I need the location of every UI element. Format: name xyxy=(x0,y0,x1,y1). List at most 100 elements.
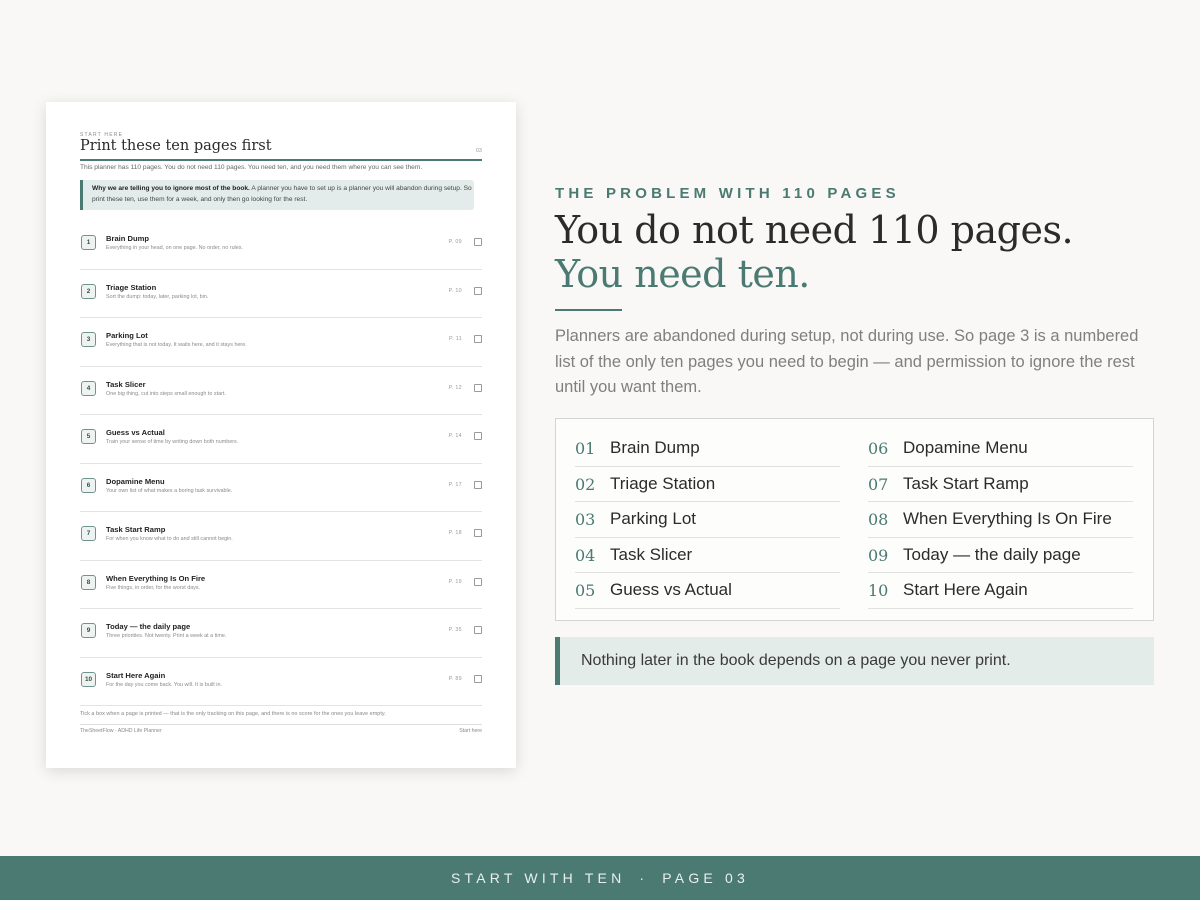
item-page-ref: P. 18 xyxy=(448,530,462,536)
item-page-ref: P. 12 xyxy=(448,384,462,391)
item-checkbox[interactable] xyxy=(474,674,482,683)
item-description: Sort the dump: today, later, parking lot… xyxy=(106,293,209,300)
toc-label: Task Start Ramp xyxy=(903,473,1029,493)
item-name: When Everything Is On Fire xyxy=(106,573,206,583)
item-name: Triage Station xyxy=(106,282,157,292)
list-item: 06 Dopamine Menu xyxy=(868,431,1133,467)
item-checkbox[interactable] xyxy=(474,238,482,246)
item-name: Start Here Again xyxy=(106,670,166,680)
item-page-ref: P. 17 xyxy=(448,481,462,488)
ten-pages-list: 01 Brain Dump 02 Triage Station 03 Parki… xyxy=(555,418,1154,621)
list-item: 2 Triage Station Sort the dump: today, l… xyxy=(80,270,482,318)
toc-number: 10 xyxy=(868,581,889,600)
item-checkbox[interactable] xyxy=(474,480,482,489)
toc-number: 05 xyxy=(575,581,596,600)
sheet-footer-rule xyxy=(80,724,482,725)
item-name: Brain Dump xyxy=(106,234,150,243)
item-page-ref: P. 14 xyxy=(448,433,462,439)
item-number-badge: 9 xyxy=(81,623,96,638)
list-item: 7 Task Start Ramp For when you know what… xyxy=(80,512,482,561)
item-checkbox[interactable] xyxy=(474,577,482,586)
footer-left-label: START WITH TEN xyxy=(450,870,626,886)
headline-line-2: You need ten. xyxy=(555,252,810,296)
toc-label: Today — the daily page xyxy=(903,544,1081,564)
item-description: One big thing, cut into steps small enou… xyxy=(106,390,226,397)
list-item: 10 Start Here Again xyxy=(868,573,1133,609)
item-page-ref: P. 19 xyxy=(448,578,462,585)
item-number-badge: 4 xyxy=(81,380,96,396)
toc-label: When Everything Is On Fire xyxy=(903,509,1112,528)
item-page-ref: P. 11 xyxy=(449,336,462,342)
callout-bold-text: Why we are telling you to ignore most of… xyxy=(92,185,250,192)
item-checkbox[interactable] xyxy=(474,335,482,343)
sheet-footer-left: TheSheetFlow · ADHD Life Planner xyxy=(80,728,162,734)
item-description: For when you know what to do and still c… xyxy=(106,536,233,542)
body-paragraph: Planners are abandoned during setup, not… xyxy=(555,327,1139,396)
list-item: 07 Task Start Ramp xyxy=(868,467,1133,502)
toc-number: 01 xyxy=(575,439,596,458)
item-description: For the day you come back. You will. It … xyxy=(106,681,222,688)
footer-right-label: PAGE 03 xyxy=(662,870,750,886)
list-item: 03 Parking Lot xyxy=(575,502,840,538)
list-item: 3 Parking Lot Everything that is not tod… xyxy=(80,318,482,367)
item-checkbox[interactable] xyxy=(474,626,482,634)
item-number-badge: 6 xyxy=(81,477,96,493)
list-item: 8 When Everything Is On Fire Five things… xyxy=(80,561,482,609)
item-description: Train your sense of time by writing down… xyxy=(106,439,239,445)
item-description: Five things, in order, for the worst day… xyxy=(106,584,201,591)
item-number-badge: 10 xyxy=(81,671,96,687)
item-number-badge: 1 xyxy=(81,235,96,250)
item-description: Everything in your head, on one page. No… xyxy=(106,245,243,251)
toc-number: 02 xyxy=(575,474,596,494)
list-item: 02 Triage Station xyxy=(575,467,840,502)
section-kicker: THE PROBLEM WITH 110 PAGES xyxy=(555,185,900,202)
toc-label: Guess vs Actual xyxy=(610,580,732,599)
item-name: Dopamine Menu xyxy=(106,476,165,486)
item-name: Task Slicer xyxy=(106,379,146,389)
item-checkbox[interactable] xyxy=(474,432,482,440)
list-item: 05 Guess vs Actual xyxy=(575,573,840,609)
toc-label: Triage Station xyxy=(610,473,716,493)
toc-number: 07 xyxy=(868,474,889,494)
list-item: 1 Brain Dump Everything in your head, on… xyxy=(80,221,482,270)
list-item: 6 Dopamine Menu Your own list of what ma… xyxy=(80,464,482,512)
sheet-footer-right: Start here xyxy=(459,728,482,734)
list-item: 01 Brain Dump xyxy=(575,431,840,467)
item-number-badge: 7 xyxy=(81,526,96,541)
item-number-badge: 5 xyxy=(81,429,96,444)
toc-number: 08 xyxy=(868,510,889,529)
printable-page-preview: START HERE Print these ten pages first 0… xyxy=(46,102,516,768)
footer-bar: START WITH TEN · PAGE 03 xyxy=(0,856,1200,900)
item-page-ref: P. 09 xyxy=(448,239,462,245)
item-number-badge: 3 xyxy=(81,332,96,347)
item-page-ref: P. 10 xyxy=(448,287,462,294)
list-item: 08 When Everything Is On Fire xyxy=(868,502,1133,538)
list-item: 09 Today — the daily page xyxy=(868,538,1133,573)
item-checkbox[interactable] xyxy=(474,529,482,537)
item-number-badge: 2 xyxy=(81,283,96,299)
toc-label: Start Here Again xyxy=(903,580,1028,599)
item-name: Task Start Ramp xyxy=(106,525,166,534)
item-number-badge: 8 xyxy=(81,574,96,590)
list-item: 4 Task Slicer One big thing, cut into st… xyxy=(80,367,482,415)
item-name: Guess vs Actual xyxy=(106,428,165,437)
list-item: 04 Task Slicer xyxy=(575,538,840,573)
item-checkbox[interactable] xyxy=(474,383,482,392)
item-name: Today — the daily page xyxy=(106,622,191,631)
list-item: 10 Start Here Again For the day you come… xyxy=(80,658,482,706)
toc-number: 06 xyxy=(868,439,889,458)
sheet-page-list: 1 Brain Dump Everything in your head, on… xyxy=(80,221,482,706)
sheet-title-rule xyxy=(80,159,482,161)
footer-separator: · xyxy=(639,870,649,886)
toc-label: Parking Lot xyxy=(610,509,696,528)
item-checkbox[interactable] xyxy=(474,286,482,295)
sheet-title: Print these ten pages first xyxy=(80,138,272,154)
item-description: Three priorities. Not twenty. Print a we… xyxy=(106,633,227,639)
sheet-page-number: 03 xyxy=(475,148,482,154)
list-item: 5 Guess vs Actual Train your sense of ti… xyxy=(80,415,482,464)
toc-number: 04 xyxy=(575,545,596,565)
item-description: Your own list of what makes a boring tas… xyxy=(106,487,233,494)
toc-label: Task Slicer xyxy=(610,544,693,564)
sheet-note: Tick a box when a page is printed — that… xyxy=(80,711,386,717)
toc-number: 03 xyxy=(575,510,596,529)
